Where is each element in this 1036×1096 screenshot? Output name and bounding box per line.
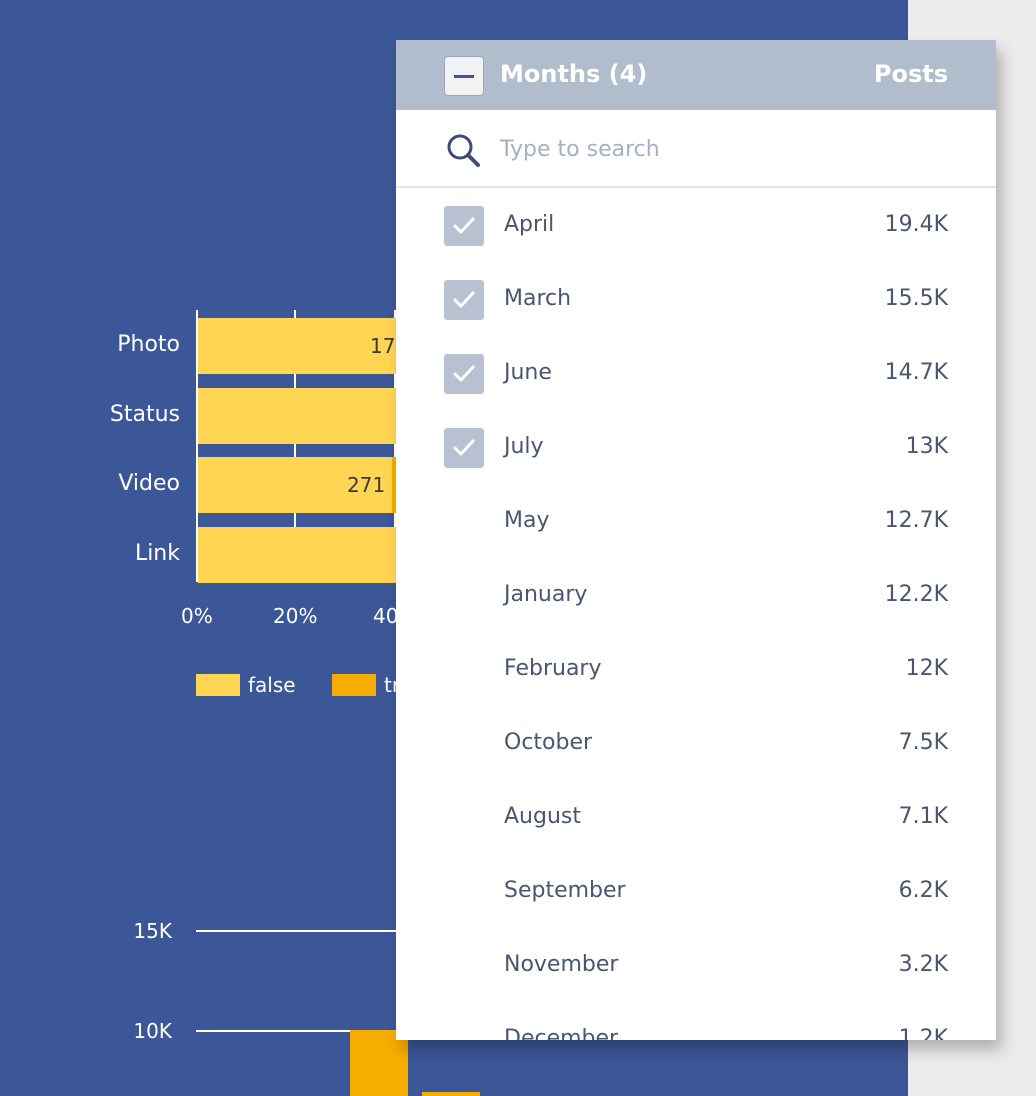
month-post-count: 7.5K xyxy=(898,730,948,755)
month-list-item[interactable]: March 15.5K xyxy=(396,264,996,338)
month-label: January xyxy=(504,582,588,607)
month-list-item[interactable]: April 19.4K xyxy=(396,190,996,264)
month-label: July xyxy=(504,434,544,459)
column-bar[interactable] xyxy=(422,1092,480,1096)
month-list-item[interactable]: July 13K xyxy=(396,412,996,486)
month-list-item[interactable]: February 12K xyxy=(396,634,996,708)
search-input[interactable] xyxy=(500,132,940,166)
month-label: June xyxy=(504,360,552,385)
month-post-count: 3.2K xyxy=(898,952,948,977)
bar-photo[interactable] xyxy=(198,318,398,374)
x-tick-0: 0% xyxy=(181,604,213,628)
bar-link[interactable] xyxy=(198,527,398,583)
month-checkbox[interactable] xyxy=(444,428,484,468)
months-filter-dropdown: Months (4) Posts April 19.4K March 15.5K Jun… xyxy=(396,40,996,1040)
month-post-count: 6.2K xyxy=(898,878,948,903)
month-label: November xyxy=(504,952,619,977)
category-label-photo: Photo xyxy=(117,332,180,357)
month-checkbox[interactable] xyxy=(444,354,484,394)
posts-column-title[interactable]: Posts xyxy=(874,60,948,88)
select-all-checkbox[interactable] xyxy=(444,56,484,96)
month-post-count: 15.5K xyxy=(884,286,948,311)
category-label-status: Status xyxy=(109,402,180,427)
month-post-count: 19.4K xyxy=(884,212,948,237)
legend-label-false[interactable]: false xyxy=(248,673,296,697)
y-tick-15k: 15K xyxy=(133,919,172,943)
legend-swatch-true[interactable] xyxy=(332,674,376,696)
month-label: September xyxy=(504,878,626,903)
month-post-count: 14.7K xyxy=(884,360,948,385)
y-tick-10k: 10K xyxy=(133,1019,172,1043)
month-label: August xyxy=(504,804,581,829)
legend-swatch-false[interactable] xyxy=(196,674,240,696)
checkmark-icon xyxy=(453,365,475,382)
month-label: May xyxy=(504,508,550,533)
month-label: April xyxy=(504,212,555,237)
month-post-count: 12.2K xyxy=(884,582,948,607)
search-icon xyxy=(447,134,480,167)
category-label-link: Link xyxy=(134,541,180,566)
month-label: December xyxy=(504,1026,619,1040)
month-post-count: 13K xyxy=(905,434,948,459)
month-list-item[interactable]: January 12.2K xyxy=(396,560,996,634)
category-label-video: Video xyxy=(118,471,180,496)
checkmark-icon xyxy=(453,291,475,308)
x-tick-40: 40 xyxy=(373,604,399,628)
month-list-item[interactable]: November 3.2K xyxy=(396,930,996,1004)
month-list-item[interactable]: August 7.1K xyxy=(396,782,996,856)
month-post-count: 7.1K xyxy=(898,804,948,829)
x-tick-20: 20% xyxy=(273,604,318,628)
month-list-item[interactable]: December 1.2K xyxy=(396,1004,996,1040)
month-label: October xyxy=(504,730,593,755)
month-checkbox[interactable] xyxy=(444,206,484,246)
month-list-item[interactable]: June 14.7K xyxy=(396,338,996,412)
checkmark-icon xyxy=(453,439,475,456)
dropdown-header: Months (4) Posts xyxy=(396,40,996,110)
month-list-item[interactable]: September 6.2K xyxy=(396,856,996,930)
checkmark-icon xyxy=(453,217,475,234)
month-checkbox[interactable] xyxy=(444,280,484,320)
month-post-count: 1.2K xyxy=(898,1026,948,1040)
month-post-count: 12K xyxy=(905,656,948,681)
month-post-count: 12.7K xyxy=(884,508,948,533)
bar-status[interactable] xyxy=(198,388,398,444)
month-list-item[interactable]: May 12.7K xyxy=(396,486,996,560)
month-label: March xyxy=(504,286,572,311)
dropdown-title: Months (4) xyxy=(500,60,648,88)
month-label: February xyxy=(504,656,602,681)
y-axis-line xyxy=(196,310,198,582)
minus-icon xyxy=(454,75,474,78)
month-list-item[interactable]: October 7.5K xyxy=(396,708,996,782)
search-bar xyxy=(396,110,996,188)
bar-value-video: 271 xyxy=(347,473,386,497)
